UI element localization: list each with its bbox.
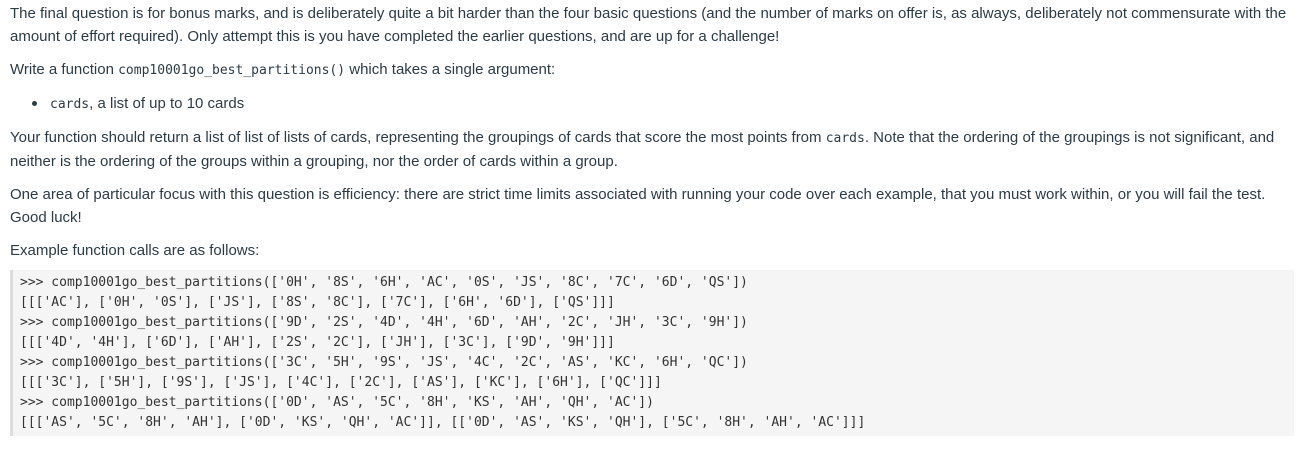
argument-name-code: cards	[50, 97, 90, 112]
code-line: >>> comp10001go_best_partitions(['0D', '…	[20, 395, 654, 410]
argument-description: , a list of up to 10 cards	[89, 95, 245, 112]
returns-text: Your function should return a list of li…	[10, 129, 826, 146]
code-line: [[['3C'], ['5H'], ['9S'], ['JS'], ['4C']…	[20, 375, 662, 390]
question-content: The final question is for bonus marks, a…	[0, 0, 1308, 436]
function-name-code: comp10001go_best_partitions()	[118, 63, 346, 78]
code-line: >>> comp10001go_best_partitions(['9D', '…	[20, 315, 748, 330]
function-description-text: Write a function	[10, 61, 119, 78]
code-line: [[['AS', '5C', '8H', 'AH'], ['0D', 'KS',…	[20, 415, 866, 430]
function-description-text-end: which takes a single argument:	[345, 61, 556, 78]
list-item: cards, a list of up to 10 cards	[32, 92, 1298, 116]
examples-label: Example function calls are as follows:	[10, 242, 260, 259]
cards-code: cards	[825, 131, 865, 146]
efficiency-paragraph: One area of particular focus with this q…	[10, 186, 1266, 226]
code-line: >>> comp10001go_best_partitions(['0H', '…	[20, 275, 748, 290]
argument-list: cards, a list of up to 10 cards	[10, 92, 1298, 116]
returns-paragraph: Your function should return a list of li…	[10, 126, 1298, 173]
code-line: [[['4D', '4H'], ['6D'], ['AH'], ['2S', '…	[20, 335, 615, 350]
code-line: >>> comp10001go_best_partitions(['3C', '…	[20, 355, 748, 370]
code-line: [[['AC'], ['0H', '0S'], ['JS'], ['8S', '…	[20, 295, 615, 310]
intro-paragraph: The final question is for bonus marks, a…	[10, 5, 1287, 45]
function-description: Write a function comp10001go_best_partit…	[10, 58, 1298, 82]
example-code-block: >>> comp10001go_best_partitions(['0H', '…	[10, 270, 1294, 436]
